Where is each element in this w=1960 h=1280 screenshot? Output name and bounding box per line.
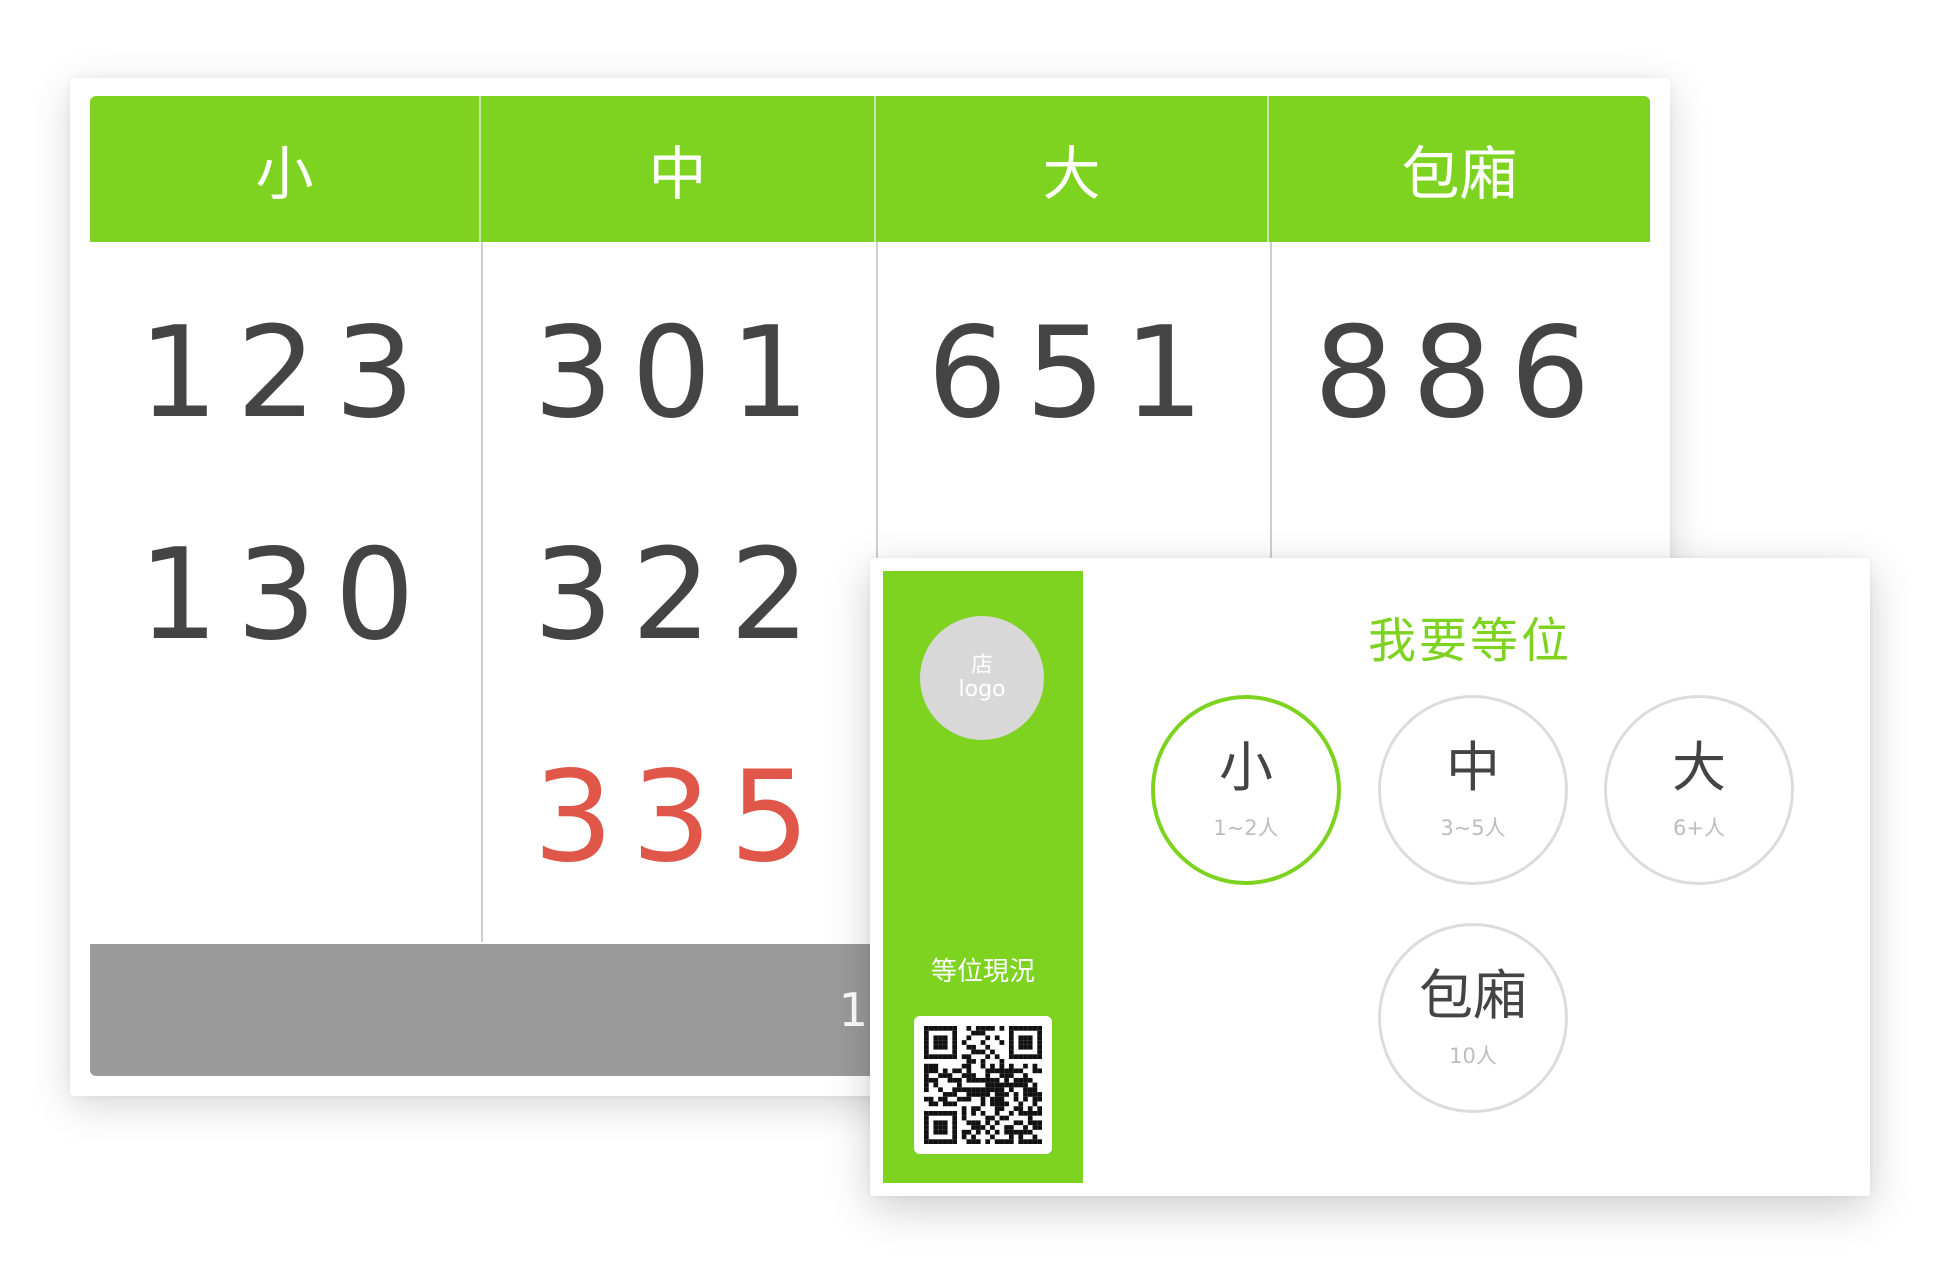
- party-size-private-room-button[interactable]: 包廂 10人: [1378, 923, 1568, 1113]
- queue-number-current: 335: [533, 743, 828, 890]
- queue-header-medium: 中: [481, 96, 876, 242]
- queue-number: 651: [927, 299, 1222, 446]
- party-size-range: 10人: [1449, 1043, 1497, 1068]
- queue-number: 322: [533, 521, 828, 668]
- queue-number: 301: [533, 299, 828, 446]
- waitlist-main: 我要等位 小 1~2人 中 3~5人 大 6+人 包廂 10人: [1083, 571, 1857, 1183]
- party-size-range: 1~2人: [1213, 815, 1279, 840]
- party-size-name: 大: [1672, 736, 1726, 800]
- party-size-name: 中: [1446, 736, 1500, 800]
- party-size-range: 3~5人: [1440, 815, 1506, 840]
- queue-column-small: 123 130: [90, 242, 481, 942]
- party-size-large-button[interactable]: 大 6+人: [1604, 695, 1794, 885]
- waitlist-card: 店 logo 等位現況 我要等位 小 1~2人 中 3~5人 大 6+人 包廂 …: [870, 558, 1870, 1196]
- party-size-small-button[interactable]: 小 1~2人: [1151, 695, 1341, 885]
- waitlist-title: 我要等位: [1367, 613, 1572, 669]
- queue-number: 123: [138, 299, 433, 446]
- queue-number: 886: [1313, 299, 1609, 446]
- queue-header-small: 小: [90, 96, 481, 242]
- store-logo: 店 logo: [920, 616, 1044, 740]
- party-size-name: 包廂: [1419, 964, 1527, 1028]
- queue-status-label: 等位現況: [930, 957, 1035, 987]
- party-size-name: 小: [1219, 736, 1273, 800]
- queue-column-medium: 301 322 335: [481, 242, 878, 942]
- queue-header-private-room: 包廂: [1401, 140, 1518, 208]
- party-size-range: 6+人: [1673, 815, 1725, 840]
- store-logo-text: logo: [958, 677, 1006, 702]
- queue-header-large: 大: [876, 96, 1269, 242]
- waitlist-sidebar: 店 logo 等位現況: [883, 571, 1083, 1183]
- qr-code-graphic: [924, 1026, 1042, 1144]
- party-size-medium-button[interactable]: 中 3~5人: [1378, 695, 1568, 885]
- queue-number: 130: [138, 521, 433, 668]
- qr-code-icon[interactable]: [914, 1016, 1052, 1154]
- store-logo-char: 店: [970, 652, 993, 678]
- queue-header-row: 小 中 大 包廂: [90, 96, 1650, 242]
